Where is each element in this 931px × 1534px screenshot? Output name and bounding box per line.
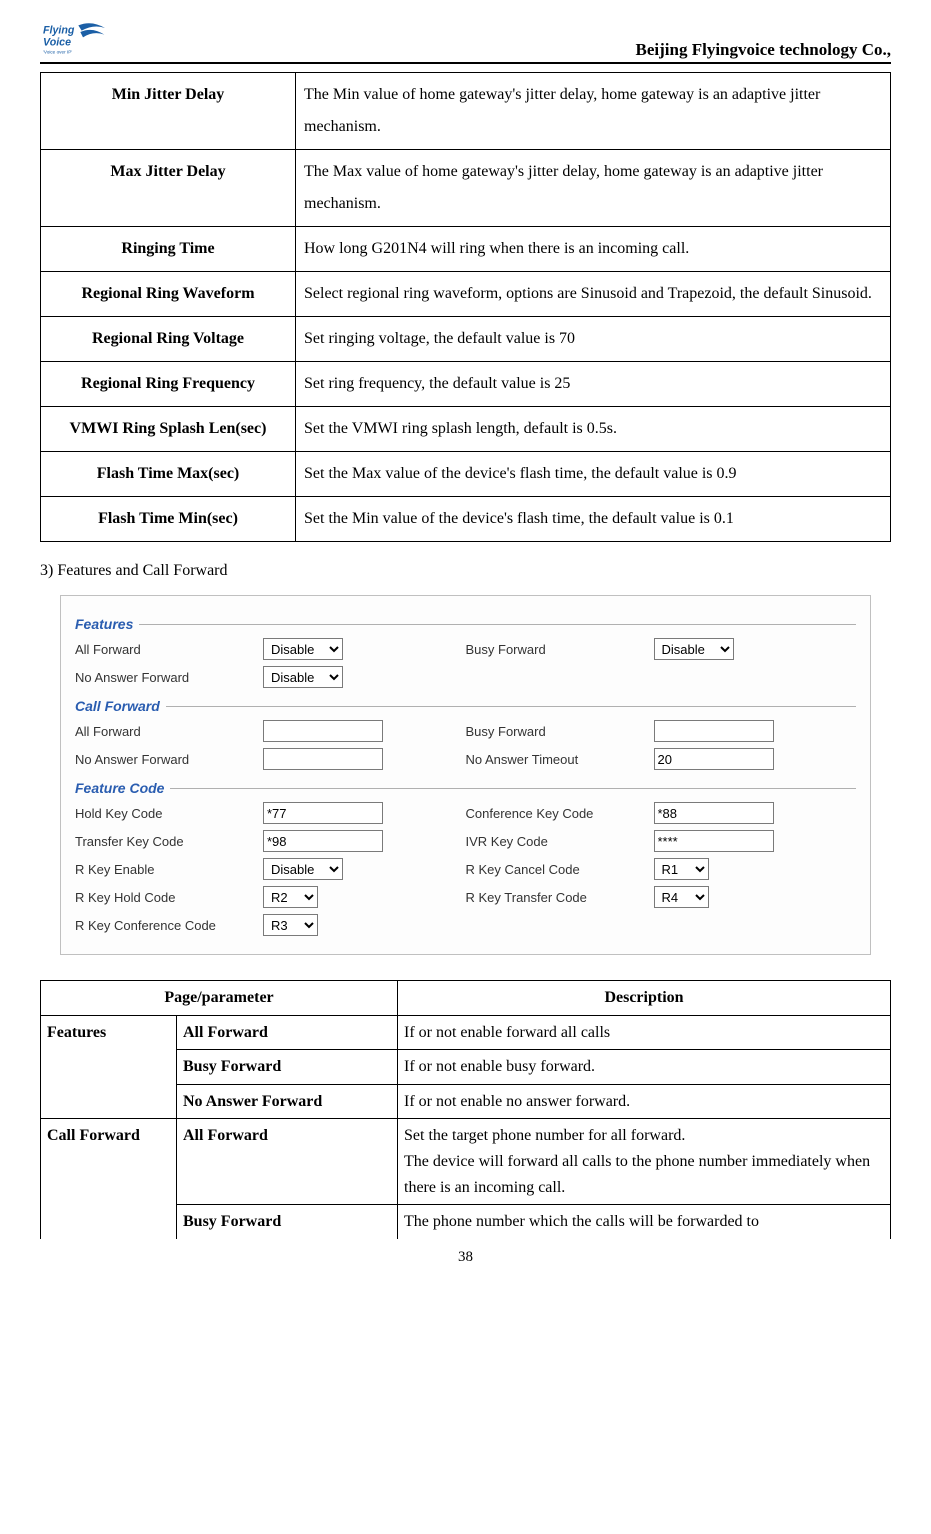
param-desc: Set ring frequency, the default value is… [296, 362, 891, 407]
param-label: Min Jitter Delay [41, 73, 296, 150]
cf-all-forward-label: All Forward [75, 724, 255, 739]
features-section-header: Features [75, 616, 856, 632]
desc-header-desc: Description [398, 981, 891, 1016]
parameter-table-1: Min Jitter DelayThe Min value of home ga… [40, 72, 891, 542]
busy-forward-select[interactable]: Disable [654, 638, 734, 660]
r-key-cancel-code-label: R Key Cancel Code [466, 862, 646, 877]
cf-busy-forward-label: Busy Forward [466, 724, 646, 739]
features-group-label: Features [41, 1015, 177, 1119]
cf-no-answer-timeout-label: No Answer Timeout [466, 752, 646, 767]
param-label: VMWI Ring Splash Len(sec) [41, 407, 296, 452]
cf-no-answer-timeout-input[interactable] [654, 748, 774, 770]
svg-text:Flying: Flying [43, 24, 75, 36]
features-screenshot: Features All Forward Disable Busy Forwar… [60, 595, 871, 955]
features-title: Features [75, 616, 133, 632]
r-key-enable-label: R Key Enable [75, 862, 255, 877]
desc-f1-label: All Forward [177, 1015, 398, 1050]
desc-f3-desc: If or not enable no answer forward. [398, 1084, 891, 1119]
page-header: Flying Voice 'Voice over IP' Beijing Fly… [40, 20, 891, 64]
param-desc: Set the Min value of the device's flash … [296, 497, 891, 542]
r-key-hold-code-select[interactable]: R2 [263, 886, 318, 908]
param-desc: The Min value of home gateway's jitter d… [296, 73, 891, 150]
param-label: Flash Time Min(sec) [41, 497, 296, 542]
call-forward-title: Call Forward [75, 698, 160, 714]
hold-key-code-input[interactable] [263, 802, 383, 824]
feature-code-title: Feature Code [75, 780, 164, 796]
hold-key-code-label: Hold Key Code [75, 806, 255, 821]
desc-c1-label: All Forward [177, 1119, 398, 1205]
company-name: Beijing Flyingvoice technology Co., [636, 40, 891, 60]
desc-f2-desc: If or not enable busy forward. [398, 1050, 891, 1085]
param-desc: Select regional ring waveform, options a… [296, 272, 891, 317]
flyingvoice-logo-icon: Flying Voice 'Voice over IP' [40, 20, 110, 60]
callforward-group-label: Call Forward [41, 1119, 177, 1239]
param-label: Regional Ring Frequency [41, 362, 296, 407]
param-desc: Set ringing voltage, the default value i… [296, 317, 891, 362]
no-answer-forward-label: No Answer Forward [75, 670, 255, 685]
desc-f1-desc: If or not enable forward all calls [398, 1015, 891, 1050]
feature-code-section-header: Feature Code [75, 780, 856, 796]
param-desc: How long G201N4 will ring when there is … [296, 227, 891, 272]
desc-c2-label: Busy Forward [177, 1205, 398, 1239]
param-label: Regional Ring Waveform [41, 272, 296, 317]
cf-no-answer-forward-input[interactable] [263, 748, 383, 770]
r-key-conference-code-select[interactable]: R3 [263, 914, 318, 936]
svg-text:'Voice over IP': 'Voice over IP' [43, 49, 72, 54]
desc-f3-label: No Answer Forward [177, 1084, 398, 1119]
param-label: Ringing Time [41, 227, 296, 272]
cf-no-answer-forward-label: No Answer Forward [75, 752, 255, 767]
param-desc: Set the Max value of the device's flash … [296, 452, 891, 497]
cf-busy-forward-input[interactable] [654, 720, 774, 742]
desc-f2-label: Busy Forward [177, 1050, 398, 1085]
cf-all-forward-input[interactable] [263, 720, 383, 742]
conference-key-code-label: Conference Key Code [466, 806, 646, 821]
desc-header-param: Page/parameter [41, 981, 398, 1016]
transfer-key-code-label: Transfer Key Code [75, 834, 255, 849]
r-key-conference-code-label: R Key Conference Code [75, 918, 255, 933]
section-title: 3) Features and Call Forward [40, 562, 891, 580]
all-forward-select[interactable]: Disable [263, 638, 343, 660]
ivr-key-code-input[interactable] [654, 830, 774, 852]
r-key-hold-code-label: R Key Hold Code [75, 890, 255, 905]
logo: Flying Voice 'Voice over IP' [40, 20, 110, 60]
busy-forward-label: Busy Forward [466, 642, 646, 657]
transfer-key-code-input[interactable] [263, 830, 383, 852]
r-key-cancel-code-select[interactable]: R1 [654, 858, 709, 880]
param-desc: The Max value of home gateway's jitter d… [296, 150, 891, 227]
desc-c2-desc: The phone number which the calls will be… [398, 1205, 891, 1239]
param-desc: Set the VMWI ring splash length, default… [296, 407, 891, 452]
no-answer-forward-select[interactable]: Disable [263, 666, 343, 688]
page-number: 38 [40, 1249, 891, 1266]
r-key-enable-select[interactable]: Disable [263, 858, 343, 880]
param-label: Max Jitter Delay [41, 150, 296, 227]
conference-key-code-input[interactable] [654, 802, 774, 824]
call-forward-section-header: Call Forward [75, 698, 856, 714]
param-label: Flash Time Max(sec) [41, 452, 296, 497]
all-forward-label: All Forward [75, 642, 255, 657]
desc-c1-desc: Set the target phone number for all forw… [398, 1119, 891, 1205]
ivr-key-code-label: IVR Key Code [466, 834, 646, 849]
svg-text:Voice: Voice [43, 36, 71, 48]
r-key-transfer-code-label: R Key Transfer Code [466, 890, 646, 905]
r-key-transfer-code-select[interactable]: R4 [654, 886, 709, 908]
param-label: Regional Ring Voltage [41, 317, 296, 362]
description-table: Page/parameter Description Features All … [40, 980, 891, 1239]
